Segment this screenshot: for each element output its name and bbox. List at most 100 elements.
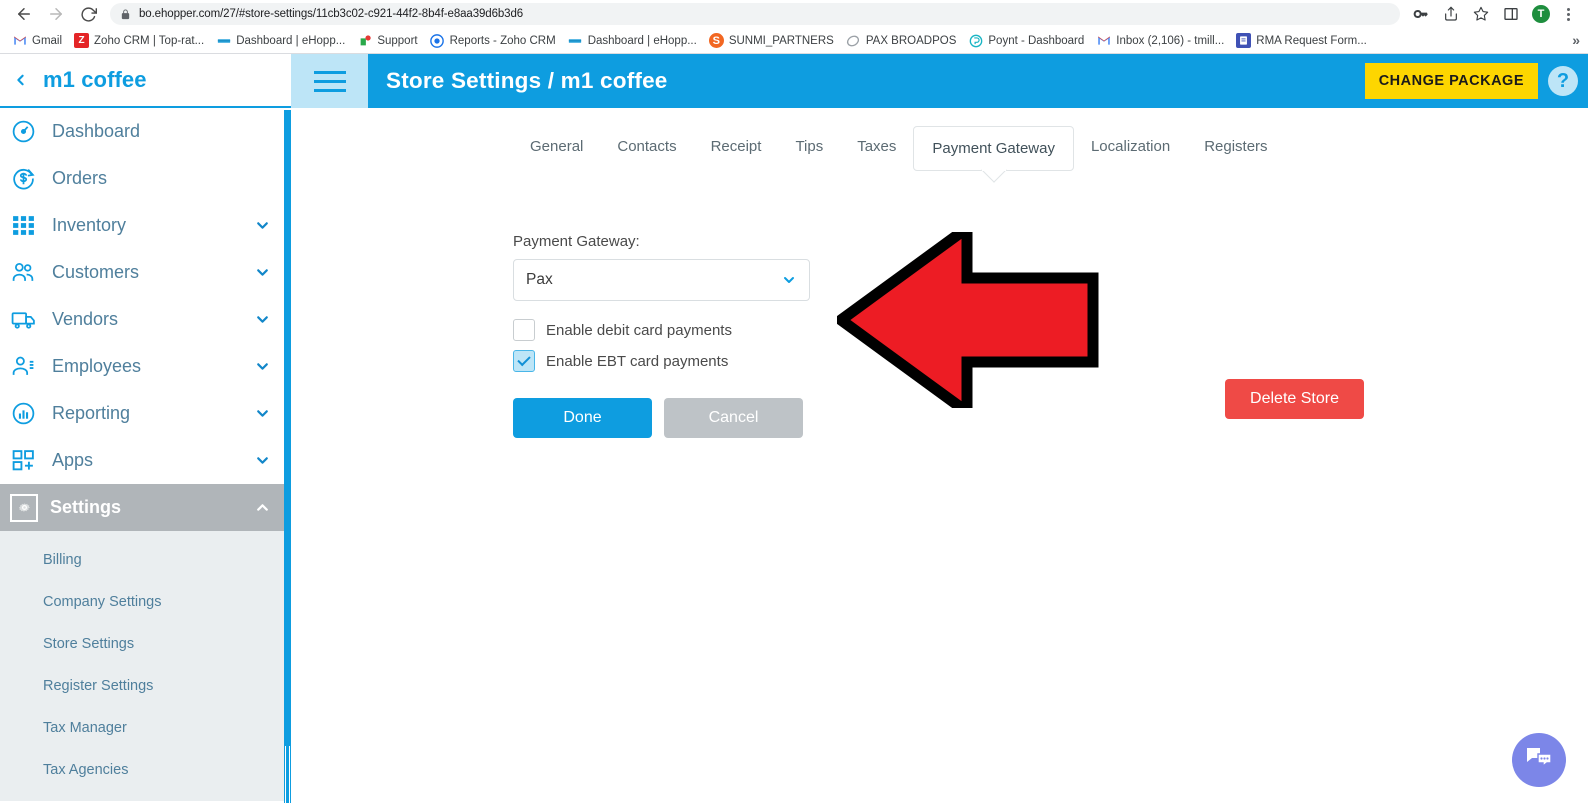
bookmark-item[interactable]: Inbox (2,106) - tmill...: [1090, 31, 1230, 50]
vendors-truck-icon: [6, 305, 40, 335]
enable-debit-card-checkbox[interactable]: [513, 319, 535, 341]
bookmark-item[interactable]: Z Zoho CRM | Top-rat...: [68, 31, 210, 50]
sidebar-item-vendors[interactable]: Vendors: [0, 296, 291, 343]
enable-ebt-card-row[interactable]: Enable EBT card payments: [513, 350, 1588, 372]
support-icon: [357, 33, 372, 48]
sunmi-icon: S: [708, 33, 724, 48]
customers-people-icon: [6, 258, 40, 288]
tab-tips[interactable]: Tips: [778, 126, 840, 167]
bookmark-label: Gmail: [32, 34, 63, 47]
topbar-actions: CHANGE PACKAGE ?: [1364, 63, 1588, 99]
bookmark-item[interactable]: PAX BROADPOS: [840, 31, 963, 50]
browser-toolbar: bo.ehopper.com/27/#store-settings/11cb3c…: [0, 0, 1588, 28]
sidebar-item-settings[interactable]: Settings: [0, 484, 291, 531]
browser-tool-icons: T: [1406, 1, 1580, 27]
bookmark-star-icon[interactable]: [1466, 1, 1496, 27]
sidebar-item-apps[interactable]: Apps: [0, 437, 291, 484]
tab-general[interactable]: General: [513, 126, 600, 167]
chevron-down-icon[interactable]: [254, 405, 271, 422]
bookmark-label: SUNMI_PARTNERS: [728, 34, 834, 47]
key-icon[interactable]: [1406, 1, 1436, 27]
sidebar-panel-icon[interactable]: [1496, 1, 1526, 27]
bookmark-item[interactable]: Dashboard | eHopp...: [210, 31, 351, 50]
sidebar-item-label: Orders: [52, 168, 108, 188]
bookmark-item[interactable]: RMA Request Form...: [1230, 31, 1373, 50]
sidebar-subitem-tax-agencies[interactable]: Tax Agencies: [0, 749, 291, 791]
three-dot-menu-icon[interactable]: [1556, 1, 1580, 27]
bookmark-item[interactable]: Reports - Zoho CRM: [424, 31, 562, 50]
poynt-icon: [968, 33, 983, 48]
chevron-down-icon[interactable]: [254, 217, 271, 234]
sidebar-subitem-billing[interactable]: Billing: [0, 539, 291, 581]
payment-gateway-select[interactable]: Pax: [513, 259, 810, 301]
payment-gateway-form: Payment Gateway: Pax Enable debit card p…: [291, 171, 1588, 438]
inventory-grid-icon: [6, 211, 40, 241]
avatar[interactable]: T: [1532, 5, 1550, 23]
back-arrow-icon[interactable]: [8, 1, 40, 27]
tab-receipt[interactable]: Receipt: [694, 126, 779, 167]
tab-localization[interactable]: Localization: [1074, 126, 1187, 167]
hamburger-menu-icon[interactable]: [291, 54, 368, 108]
bookmark-label: PAX BROADPOS: [865, 34, 957, 47]
tab-taxes[interactable]: Taxes: [840, 126, 913, 167]
sidebar-item-orders[interactable]: Orders: [0, 155, 291, 202]
settings-tabs: General Contacts Receipt Tips Taxes Paym…: [291, 108, 1588, 171]
sidebar-item-employees[interactable]: Employees: [0, 343, 291, 390]
chevron-down-icon[interactable]: [254, 264, 271, 281]
chevron-down-icon[interactable]: [254, 311, 271, 328]
enable-debit-card-row[interactable]: Enable debit card payments: [513, 319, 1588, 341]
done-button[interactable]: Done: [513, 398, 652, 438]
change-package-button[interactable]: CHANGE PACKAGE: [1364, 63, 1538, 99]
reports-icon: [430, 33, 445, 48]
apps-plus-icon: [6, 446, 40, 476]
enable-ebt-card-checkbox[interactable]: [513, 350, 535, 372]
url-text: bo.ehopper.com/27/#store-settings/11cb3c…: [139, 8, 524, 20]
address-bar[interactable]: bo.ehopper.com/27/#store-settings/11cb3c…: [110, 3, 1400, 25]
tab-payment-gateway[interactable]: Payment Gateway: [913, 126, 1074, 171]
settings-gear-icon: [10, 493, 38, 522]
tab-registers[interactable]: Registers: [1187, 126, 1284, 167]
app-shell: m1 coffee Dashboard Orders Inventory Cus…: [0, 54, 1588, 803]
tab-contacts[interactable]: Contacts: [600, 126, 693, 167]
sidebar-item-label: Vendors: [52, 309, 119, 329]
bookmarks-overflow-button[interactable]: »: [1572, 32, 1580, 48]
reload-icon[interactable]: [72, 1, 104, 27]
sidebar-subitem-tax-manager[interactable]: Tax Manager: [0, 707, 291, 749]
share-icon[interactable]: [1436, 1, 1466, 27]
sidebar-item-customers[interactable]: Customers: [0, 249, 291, 296]
chevron-down-icon[interactable]: [254, 452, 271, 469]
delete-store-button[interactable]: Delete Store: [1225, 379, 1364, 419]
chevron-down-icon[interactable]: [254, 358, 271, 375]
chevron-left-icon[interactable]: [12, 68, 29, 92]
sidebar-item-label: Dashboard: [52, 121, 141, 141]
sidebar-subitem-store-settings[interactable]: Store Settings: [0, 623, 291, 665]
enable-debit-card-label: Enable debit card payments: [546, 321, 732, 339]
sidebar-item-dashboard[interactable]: Dashboard: [0, 108, 291, 155]
bookmark-item[interactable]: Dashboard | eHopp...: [562, 31, 703, 50]
bookmark-item[interactable]: Support: [351, 31, 423, 50]
sidebar-subitem-register-settings[interactable]: Register Settings: [0, 665, 291, 707]
bookmark-item[interactable]: S SUNMI_PARTNERS: [703, 31, 840, 50]
cancel-button[interactable]: Cancel: [664, 398, 803, 438]
sidebar-item-reporting[interactable]: Reporting: [0, 390, 291, 437]
sidebar-scrollbar-thumb[interactable]: [285, 746, 290, 803]
bookmark-label: Dashboard | eHopp...: [587, 34, 697, 47]
sidebar-item-inventory[interactable]: Inventory: [0, 202, 291, 249]
bookmark-item[interactable]: Gmail: [6, 31, 68, 50]
chevron-down-icon[interactable]: [781, 272, 797, 288]
chat-widget-button[interactable]: [1512, 733, 1566, 787]
sidebar-scrollbar[interactable]: [284, 110, 291, 803]
lock-icon: [120, 8, 131, 20]
form-icon: [1236, 33, 1252, 48]
bookmark-item[interactable]: Poynt - Dashboard: [962, 31, 1090, 50]
pax-icon: [846, 33, 861, 48]
payment-gateway-value: Pax: [526, 271, 553, 288]
sidebar-subitem-company-settings[interactable]: Company Settings: [0, 581, 291, 623]
help-question-icon[interactable]: ?: [1548, 66, 1578, 96]
ehopper-icon: [568, 33, 583, 48]
chevron-up-icon[interactable]: [254, 499, 271, 516]
bookmark-label: Inbox (2,106) - tmill...: [1116, 34, 1225, 47]
bookmark-label: Reports - Zoho CRM: [449, 34, 556, 47]
forward-arrow-icon[interactable]: [40, 1, 72, 27]
browser-chrome: bo.ehopper.com/27/#store-settings/11cb3c…: [0, 0, 1588, 54]
